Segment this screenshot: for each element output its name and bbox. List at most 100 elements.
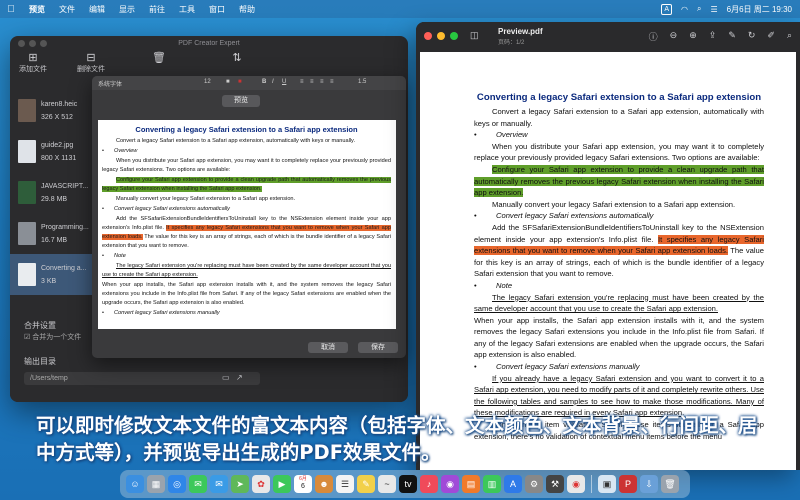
- file-name: guide2.jpg: [41, 141, 74, 149]
- menu-edit[interactable]: 编辑: [82, 4, 112, 15]
- notes-icon[interactable]: ✎: [357, 475, 375, 493]
- menu-view[interactable]: 显示: [112, 4, 142, 15]
- finder-icon[interactable]: ☺: [126, 475, 144, 493]
- photos-icon[interactable]: ✿: [252, 475, 270, 493]
- align-justify-icon[interactable]: ≡: [330, 79, 334, 85]
- minimize-dot-icon[interactable]: [437, 32, 445, 40]
- control-center-icon[interactable]: ☰: [710, 5, 717, 14]
- save-button[interactable]: 保存: [358, 342, 398, 353]
- wifi-icon[interactable]: ◠: [681, 5, 688, 14]
- info-icon[interactable]: ⓘ: [649, 30, 658, 43]
- underline-icon[interactable]: U: [282, 79, 286, 85]
- doc-text: The value for this key is an array of st…: [102, 234, 391, 249]
- minimize-dot-icon[interactable]: [29, 40, 36, 47]
- maps-icon[interactable]: ➤: [231, 475, 249, 493]
- pdf-paragraph: Manually convert your legacy Safari exte…: [492, 199, 736, 209]
- downloads-stack-icon[interactable]: ⇩: [640, 475, 658, 493]
- trash-button[interactable]: 🗑: [144, 52, 174, 64]
- books-icon[interactable]: ▤: [462, 475, 480, 493]
- document-editor[interactable]: Converting a legacy Safari extension to …: [98, 120, 396, 329]
- messages-icon[interactable]: ✉: [189, 475, 207, 493]
- preview-tool-icons: ⓘ ⊖ ⊕ ⇪ ✎ ↻ ✐ ⌕: [649, 30, 792, 43]
- zoom-dot-icon[interactable]: [450, 32, 458, 40]
- highlight-icon[interactable]: ✐: [767, 30, 775, 43]
- zoom-out-icon[interactable]: ⊖: [670, 30, 678, 43]
- rotate-icon[interactable]: ↻: [748, 30, 756, 43]
- sidebar-toggle-icon[interactable]: ◫: [470, 30, 479, 41]
- zoom-in-icon[interactable]: ⊕: [689, 30, 697, 43]
- input-source-indicator[interactable]: A: [661, 3, 672, 15]
- file-list-item[interactable]: guide2.jpg 800 X 1131: [10, 131, 94, 172]
- menu-tools[interactable]: 工具: [172, 4, 202, 15]
- bold-icon[interactable]: B: [262, 79, 266, 85]
- file-list-item-selected[interactable]: Converting a... 3 KB: [10, 254, 94, 295]
- zoom-dot-icon[interactable]: [40, 40, 47, 47]
- merge-checkbox[interactable]: ☑ 合并为一个文件: [24, 332, 81, 342]
- safari-icon[interactable]: ◎: [168, 475, 186, 493]
- menu-app-name[interactable]: 预览: [22, 4, 52, 15]
- pdf-creator-icon[interactable]: P: [619, 475, 637, 493]
- trash-bin-icon[interactable]: 🗑: [661, 475, 679, 493]
- file-list-item[interactable]: karen8.heic 326 X 512: [10, 90, 94, 131]
- calendar-icon[interactable]: 6月 6: [294, 475, 312, 493]
- menu-file[interactable]: 文件: [52, 4, 82, 15]
- close-dot-icon[interactable]: [424, 32, 432, 40]
- align-left-icon[interactable]: ≡: [300, 79, 304, 85]
- doc-paragraph: Manually convert your legacy Safari exte…: [116, 196, 296, 202]
- file-info: 326 X 512: [41, 113, 73, 121]
- search-icon[interactable]: ⌕: [697, 4, 701, 14]
- chrome-icon[interactable]: ◉: [567, 475, 585, 493]
- apple-menu-icon[interactable]: : [0, 4, 22, 15]
- reminders-icon[interactable]: ☰: [336, 475, 354, 493]
- folder-icon[interactable]: ▭: [222, 373, 230, 382]
- creator-traffic-lights: [18, 40, 47, 47]
- system-settings-icon[interactable]: ⚙: [525, 475, 543, 493]
- menu-help[interactable]: 帮助: [232, 4, 262, 15]
- open-folder-icon[interactable]: ↗: [236, 373, 243, 382]
- font-size-select[interactable]: 12: [204, 79, 211, 85]
- contacts-icon[interactable]: ☻: [315, 475, 333, 493]
- cancel-button[interactable]: 取消: [308, 342, 348, 353]
- numbers-icon[interactable]: ▥: [483, 475, 501, 493]
- font-family-select[interactable]: 系统字体: [98, 79, 122, 88]
- preview-button[interactable]: 预览: [222, 95, 260, 107]
- mail-icon[interactable]: ✉: [210, 475, 228, 493]
- launchpad-icon[interactable]: ▦: [147, 475, 165, 493]
- xcode-icon[interactable]: ⚒: [546, 475, 564, 493]
- italic-icon[interactable]: I: [272, 79, 274, 85]
- preview-app-icon[interactable]: ▣: [598, 475, 616, 493]
- delete-file-button[interactable]: ⊟ 删除文件: [72, 52, 110, 74]
- freeform-icon[interactable]: ~: [378, 475, 396, 493]
- file-list-item[interactable]: Programming... 16.7 MB: [10, 213, 94, 254]
- search-icon[interactable]: ⌕: [787, 30, 792, 43]
- tv-icon[interactable]: tv: [399, 475, 417, 493]
- facetime-icon[interactable]: ▶: [273, 475, 291, 493]
- doc-highlight-green: Configure your Safari app extension to p…: [102, 177, 391, 192]
- podcasts-icon[interactable]: ◉: [441, 475, 459, 493]
- doc-paragraph-underlined: The legacy Safari extension you're repla…: [102, 263, 391, 278]
- file-list-item[interactable]: JAVASCRIPT... 29.8 MB: [10, 172, 94, 213]
- dock: ☺ ▦ ◎ ✉ ✉ ➤ ✿ ▶ 6月 6 ☻ ☰ ✎ ~ tv ♪ ◉ ▤ ▥ A…: [120, 470, 690, 498]
- file-info: 3 KB: [41, 277, 57, 285]
- trash-icon: 🗑: [152, 52, 166, 64]
- add-file-button[interactable]: ⊞ 添加文件: [14, 52, 52, 74]
- app-store-icon[interactable]: A: [504, 475, 522, 493]
- menu-window[interactable]: 窗口: [202, 4, 232, 15]
- menu-go[interactable]: 前往: [142, 4, 172, 15]
- align-right-icon[interactable]: ≡: [320, 79, 324, 85]
- line-spacing-select[interactable]: 1.5: [358, 79, 366, 85]
- share-icon[interactable]: ⇪: [709, 30, 717, 43]
- menu-datetime[interactable]: 6月6日 周二 19:30: [727, 4, 792, 15]
- markup-icon[interactable]: ✎: [728, 30, 736, 43]
- file-thumbnail: [18, 99, 36, 122]
- doc-bullet: Note: [102, 252, 391, 261]
- output-dir-label: 输出目录: [24, 357, 56, 366]
- text-color-icon[interactable]: ■: [226, 79, 230, 85]
- preview-title: Preview.pdf: [498, 27, 543, 36]
- align-center-icon[interactable]: ≡: [310, 79, 314, 85]
- music-icon[interactable]: ♪: [420, 475, 438, 493]
- close-dot-icon[interactable]: [18, 40, 25, 47]
- arrange-button[interactable]: ⇅: [222, 52, 252, 64]
- highlight-color-icon[interactable]: ■: [238, 79, 242, 85]
- pdf-highlight-green: Configure your Safari app extension to p…: [474, 164, 764, 198]
